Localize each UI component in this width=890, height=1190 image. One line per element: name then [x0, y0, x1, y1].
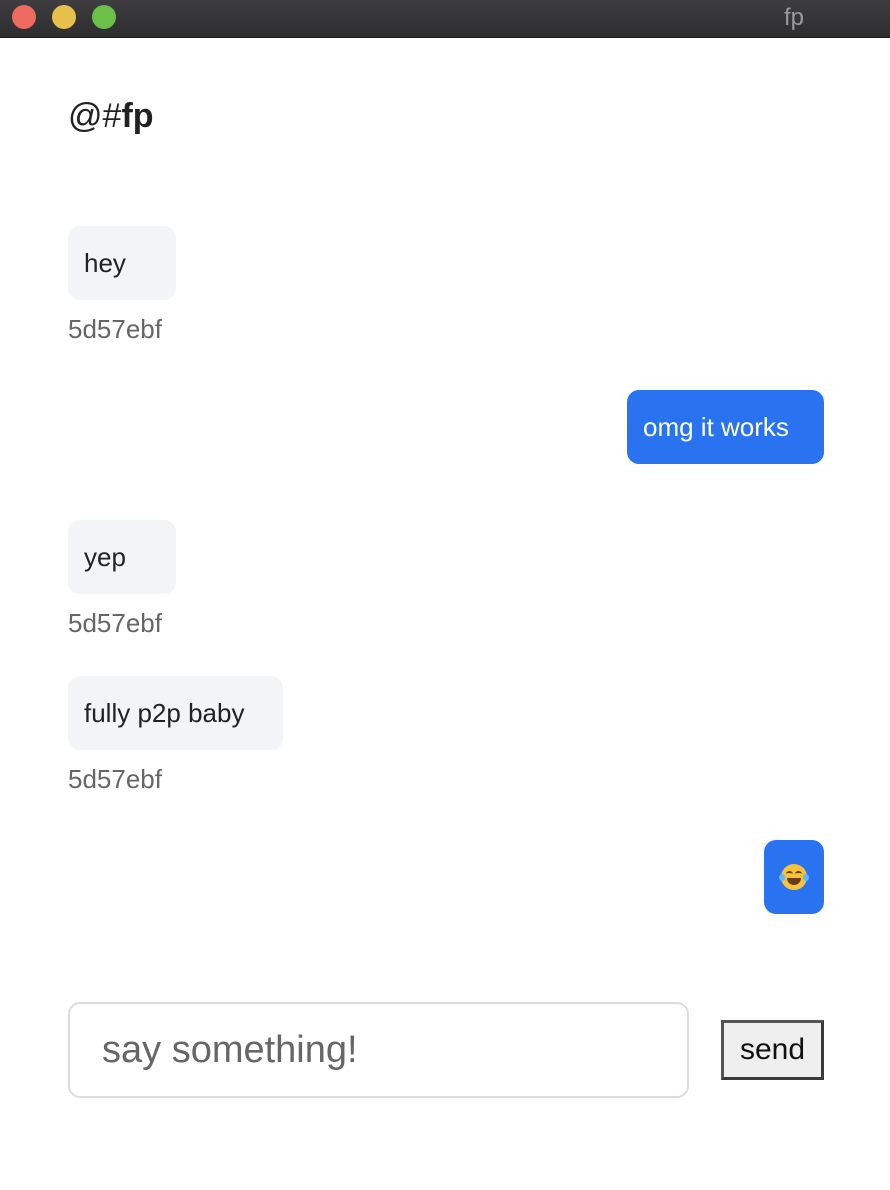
- message-sender: 5d57ebf: [68, 314, 162, 344]
- face-with-tears-of-joy-icon: [779, 864, 809, 890]
- message-bubble-incoming: yep: [68, 520, 176, 594]
- message-bubble-incoming: fully p2p baby: [68, 676, 283, 750]
- channel-prefix: @#: [68, 97, 122, 135]
- channel-name: fp: [121, 97, 154, 135]
- close-window-button[interactable]: [12, 5, 36, 29]
- window-title: fp: [783, 4, 804, 31]
- message-bubble-outgoing: [764, 840, 824, 914]
- send-button[interactable]: send: [721, 1020, 824, 1080]
- message-sender: 5d57ebf: [68, 764, 162, 794]
- channel-title: @#fp: [68, 92, 154, 140]
- minimize-window-button[interactable]: [52, 5, 76, 29]
- message-sender: 5d57ebf: [68, 608, 162, 638]
- message-bubble-outgoing: omg it works: [627, 390, 824, 464]
- message-input[interactable]: [68, 1002, 689, 1098]
- message-bubble-incoming: hey: [68, 226, 176, 300]
- title-bar: fp: [0, 0, 890, 38]
- app-window: fp @#fp hey 5d57ebf omg it works yep 5d5…: [0, 0, 890, 1190]
- maximize-window-button[interactable]: [92, 5, 116, 29]
